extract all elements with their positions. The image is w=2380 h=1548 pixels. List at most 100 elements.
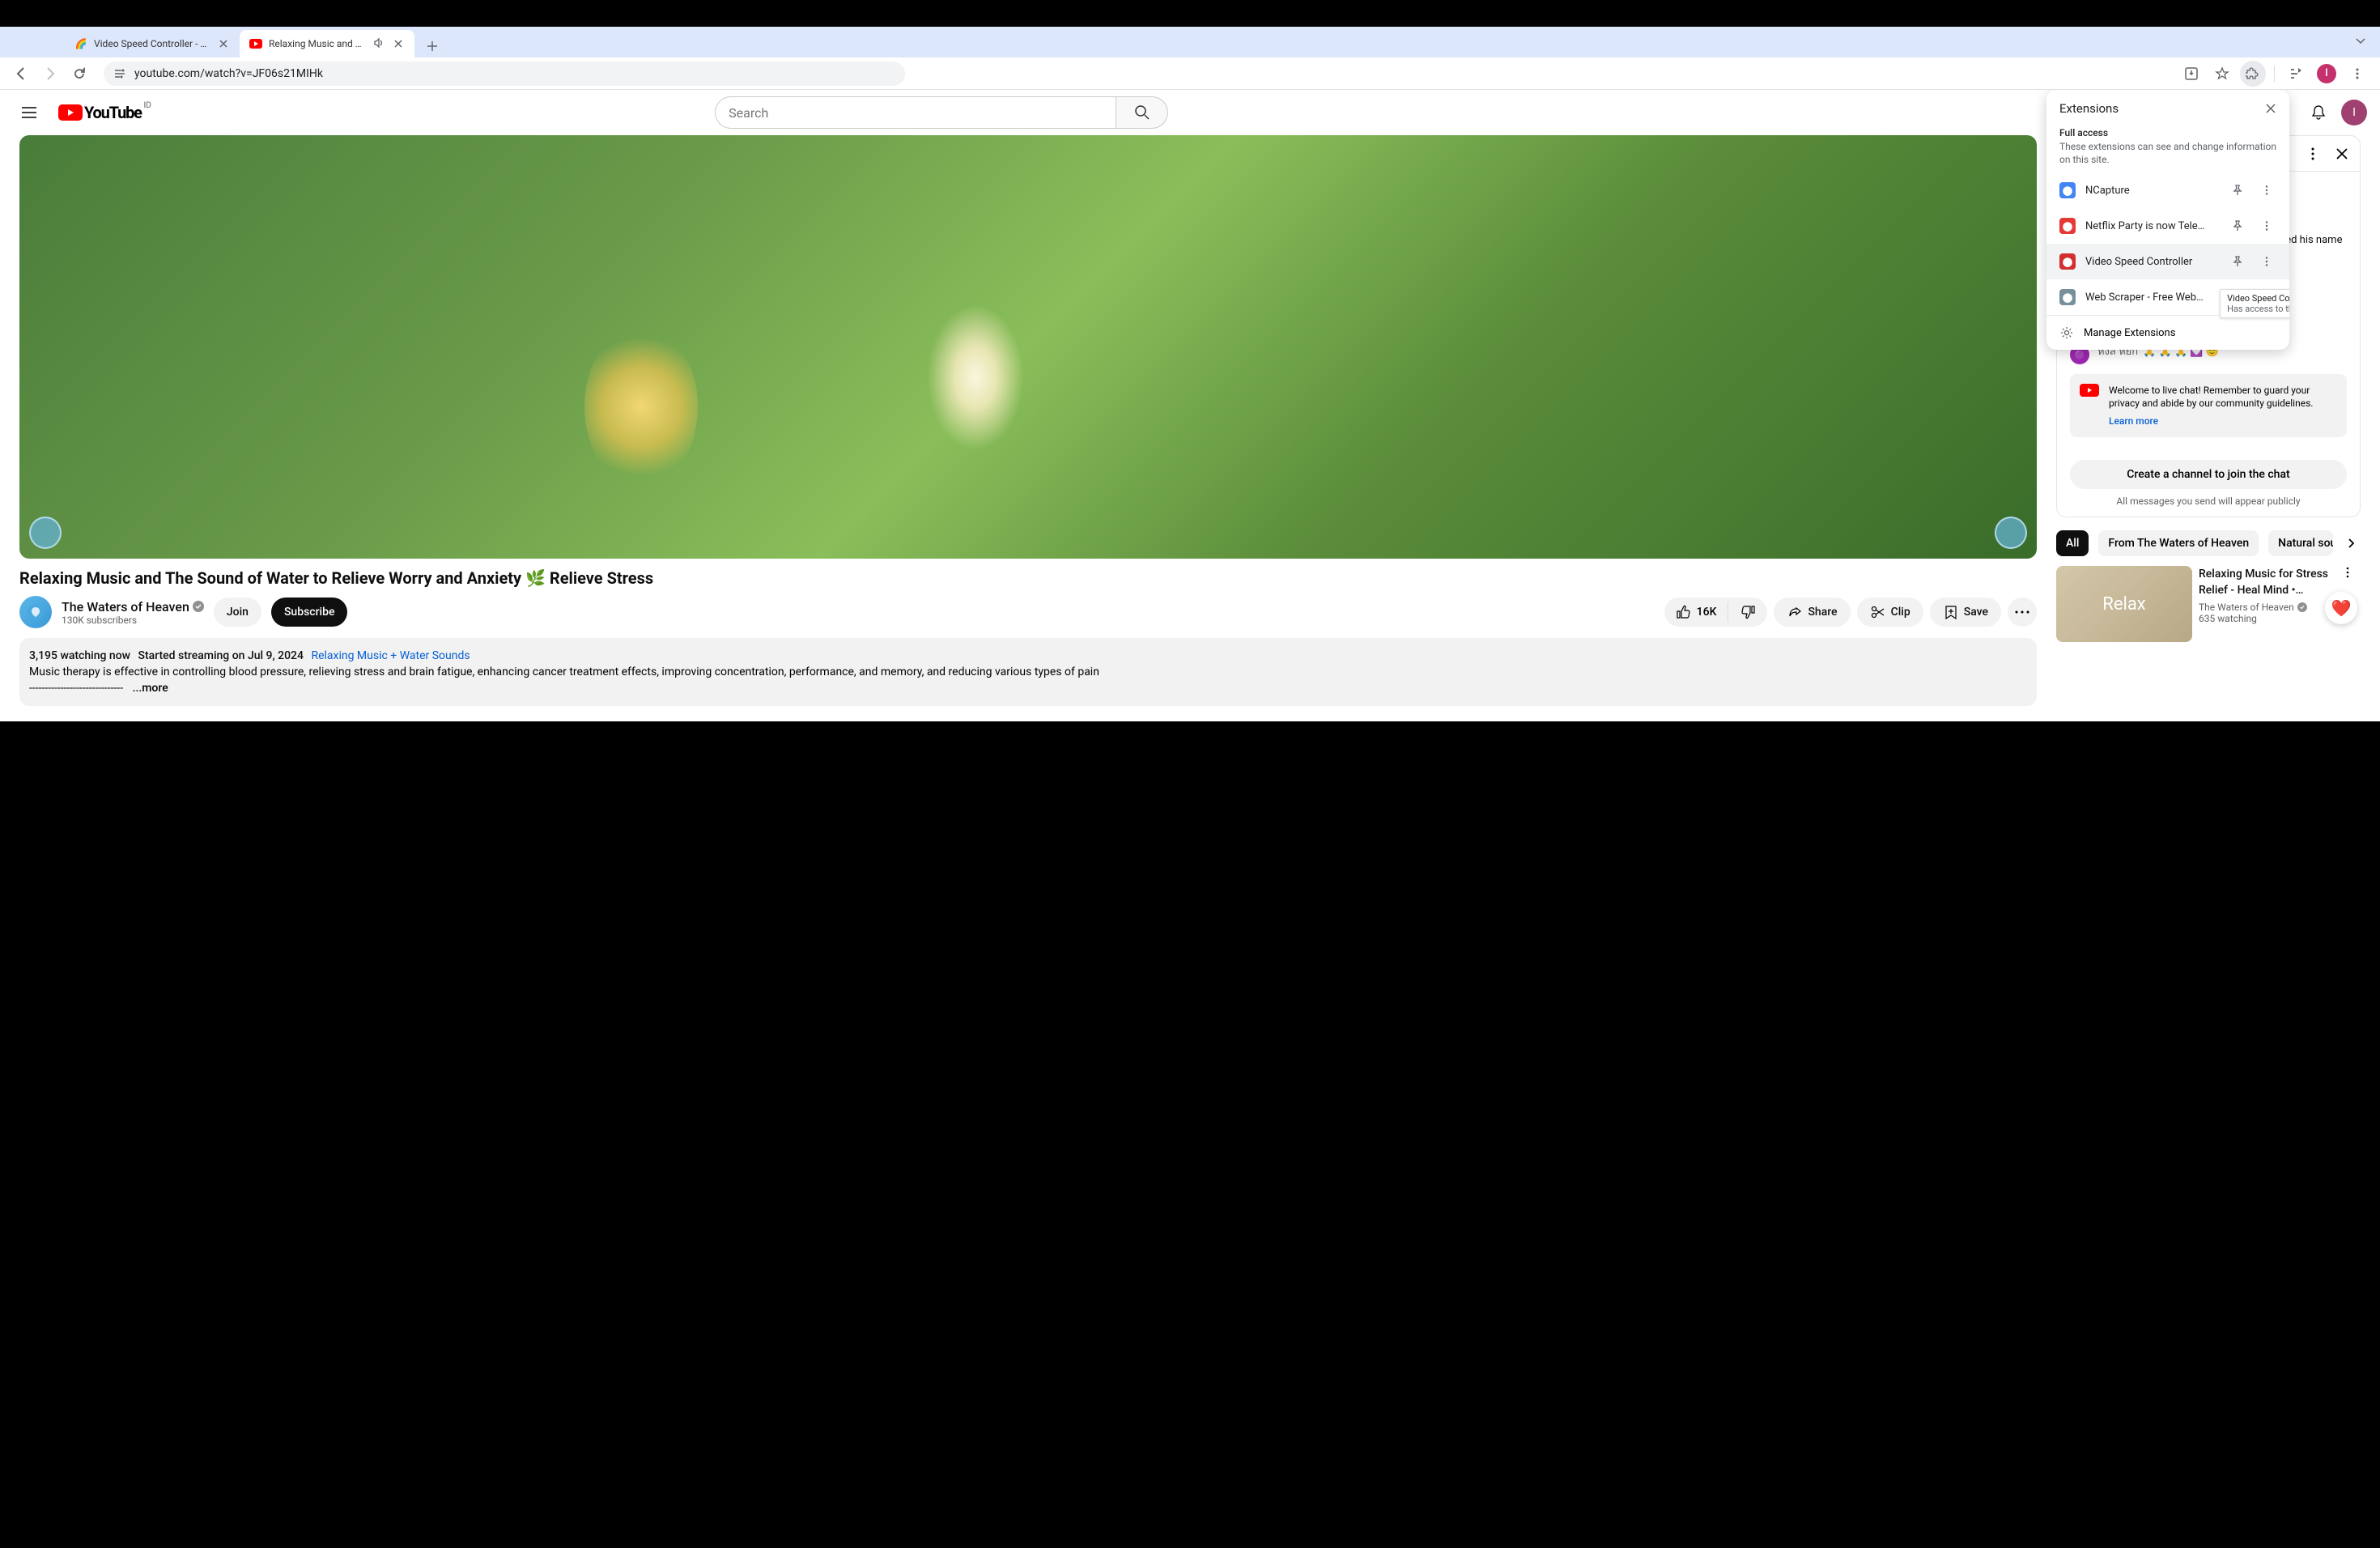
extensions-button[interactable] xyxy=(2240,61,2266,87)
share-button[interactable]: Share xyxy=(1774,598,1850,627)
chip-natural-sounds[interactable]: Natural soun xyxy=(2268,530,2333,556)
recommended-video[interactable]: Relax Relaxing Music for Stress Relief -… xyxy=(2056,566,2361,642)
super-chat-heart[interactable]: ❤️ xyxy=(2325,592,2357,624)
extension-item[interactable]: ⬤ NCapture xyxy=(2046,172,2289,208)
channel-watermark[interactable] xyxy=(1995,517,2027,549)
pin-icon[interactable] xyxy=(2228,181,2247,200)
media-control-button[interactable] xyxy=(2283,61,2309,87)
logo-country: ID xyxy=(143,101,151,110)
tab-strip: 🌈 Video Speed Controller - Chro Relaxing… xyxy=(0,27,2380,57)
extension-tooltip: Video Speed Controller Has access to thi… xyxy=(2220,289,2289,318)
browser-tab-2[interactable]: Relaxing Music and The S xyxy=(240,30,414,57)
gear-icon xyxy=(2059,325,2074,340)
join-chat-button[interactable]: Create a channel to join the chat xyxy=(2070,460,2347,489)
search-input[interactable] xyxy=(715,96,1116,129)
chip-from-channel[interactable]: From The Waters of Heaven xyxy=(2098,530,2259,556)
save-button[interactable]: Save xyxy=(1930,598,2001,627)
bookmark-button[interactable] xyxy=(2209,61,2235,87)
rainbow-icon: 🌈 xyxy=(74,37,87,50)
chrome-menu-button[interactable] xyxy=(2344,61,2370,87)
video-player[interactable] xyxy=(19,135,2037,559)
browser-tab-1[interactable]: 🌈 Video Speed Controller - Chro xyxy=(65,30,240,57)
description-body: Music therapy is effective in controllin… xyxy=(29,666,1099,678)
recommended-stats: 635 watching xyxy=(2199,613,2335,624)
extensions-popup: Extensions Full access These extensions … xyxy=(2046,90,2289,350)
pin-icon[interactable] xyxy=(2228,216,2247,236)
new-tab-button[interactable] xyxy=(421,35,444,57)
guide-menu-button[interactable] xyxy=(13,96,45,129)
manage-label: Manage Extensions xyxy=(2084,327,2175,339)
url-text: youtube.com/watch?v=JF06s21MIHk xyxy=(134,67,323,80)
tab-title: Video Speed Controller - Chro xyxy=(94,38,210,49)
youtube-header: YouTube ID I xyxy=(0,90,2380,135)
recommended-title: Relaxing Music for Stress Relief - Heal … xyxy=(2199,566,2335,598)
close-icon[interactable] xyxy=(217,37,230,50)
subscribe-button[interactable]: Subscribe xyxy=(271,598,348,627)
forward-button[interactable] xyxy=(39,62,62,85)
extension-name: Video Speed Controller xyxy=(2085,256,2218,268)
recommended-menu-button[interactable] xyxy=(2341,566,2361,582)
extension-menu-button[interactable] xyxy=(2257,252,2276,271)
video-title: Relaxing Music and The Sound of Water to… xyxy=(19,568,2037,588)
back-button[interactable] xyxy=(10,62,32,85)
profile-button[interactable]: I xyxy=(2314,61,2340,87)
youtube-logo[interactable]: YouTube ID xyxy=(58,103,142,122)
install-button[interactable] xyxy=(2178,61,2204,87)
join-button[interactable]: Join xyxy=(214,598,261,627)
extension-item[interactable]: ⬤ Netflix Party is now Tele… xyxy=(2046,208,2289,244)
learn-more-link[interactable]: Learn more xyxy=(2109,415,2337,427)
youtube-icon xyxy=(2080,384,2099,397)
reload-button[interactable] xyxy=(68,62,91,85)
clip-button[interactable]: Clip xyxy=(1857,598,1923,627)
section-description: These extensions can see and change info… xyxy=(2059,140,2276,166)
like-dislike-group: 16K xyxy=(1664,598,1768,627)
chat-options-button[interactable] xyxy=(2305,146,2321,162)
channel-name[interactable]: The Waters of Heaven xyxy=(62,599,204,615)
dislike-button[interactable] xyxy=(1728,598,1767,627)
video-description[interactable]: 3,195 watching now Started streaming on … xyxy=(19,638,2037,706)
close-icon[interactable] xyxy=(392,37,405,50)
pin-icon[interactable] xyxy=(2228,252,2247,271)
channel-avatar[interactable] xyxy=(19,596,52,628)
hashtags[interactable]: Relaxing Music + Water Sounds xyxy=(311,649,470,662)
extension-icon: ⬤ xyxy=(2059,182,2076,198)
omnibox[interactable]: youtube.com/watch?v=JF06s21MIHk xyxy=(104,62,905,86)
account-avatar[interactable]: I xyxy=(2341,100,2367,125)
tabs-dropdown[interactable] xyxy=(2351,32,2370,51)
notifications-button[interactable] xyxy=(2302,96,2335,129)
extension-name: Netflix Party is now Tele… xyxy=(2085,220,2218,232)
extension-menu-button[interactable] xyxy=(2257,216,2276,236)
close-chat-button[interactable] xyxy=(2334,146,2350,162)
tab-title: Relaxing Music and The S xyxy=(269,38,366,49)
search-form xyxy=(715,96,1168,129)
channel-watermark xyxy=(29,517,62,549)
search-button[interactable] xyxy=(1116,96,1168,129)
chip-all[interactable]: All xyxy=(2056,530,2089,556)
show-more-button[interactable]: ...more xyxy=(133,682,168,695)
extension-icon: ⬤ xyxy=(2059,218,2076,234)
description-divider: ------------------------------ xyxy=(29,682,123,695)
extension-name: Web Scraper - Free Web… xyxy=(2085,291,2218,304)
chips-next-button[interactable] xyxy=(2343,530,2361,556)
extension-icon: ⬤ xyxy=(2059,253,2076,270)
close-popup-button[interactable] xyxy=(2265,103,2276,114)
youtube-icon xyxy=(249,37,262,50)
audio-icon[interactable] xyxy=(372,37,385,50)
manage-extensions-button[interactable]: Manage Extensions xyxy=(2046,315,2289,350)
extension-item[interactable]: ⬤ Video Speed Controller xyxy=(2046,244,2289,279)
more-actions-button[interactable] xyxy=(2008,598,2037,627)
video-meta-row: The Waters of Heaven 130K subscribers Jo… xyxy=(19,596,2037,628)
like-button[interactable]: 16K xyxy=(1664,598,1728,627)
verified-icon xyxy=(193,601,204,612)
logo-text: YouTube xyxy=(84,103,142,122)
section-title: Full access xyxy=(2059,127,2276,138)
video-thumbnail[interactable]: Relax xyxy=(2056,566,2192,642)
recommended-channel[interactable]: The Waters of Heaven xyxy=(2199,602,2335,613)
address-bar: youtube.com/watch?v=JF06s21MIHk I xyxy=(0,57,2380,90)
youtube-icon xyxy=(58,104,83,121)
site-settings-icon[interactable] xyxy=(113,67,126,80)
chat-welcome-banner: Welcome to live chat! Remember to guard … xyxy=(2070,374,2347,437)
extension-name: NCapture xyxy=(2085,185,2218,197)
chat-disclaimer: All messages you send will appear public… xyxy=(2057,495,2360,517)
extension-menu-button[interactable] xyxy=(2257,181,2276,200)
